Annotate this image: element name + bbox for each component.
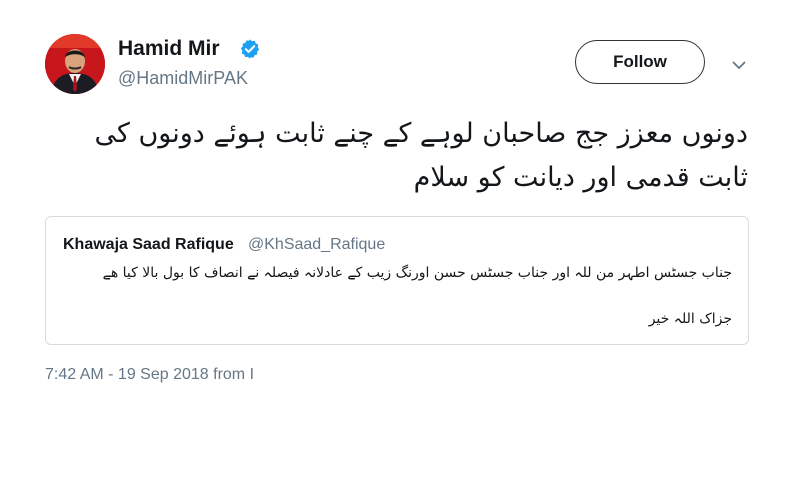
tweet-timestamp[interactable]: 7:42 AM - 19 Sep 2018 from I <box>45 366 254 384</box>
tweet-text: دونوں معزز جج صاحبان لوہے کے چنے ثابت ہو… <box>94 118 749 193</box>
quoted-text-line-1: جناب جسٹس اطہر من للہ اور جناب جسٹس حسن … <box>102 265 732 281</box>
quoted-tweet[interactable]: Khawaja Saad Rafique @KhSaad_Rafique جنا… <box>45 216 749 345</box>
profile-photo <box>45 34 105 94</box>
verified-badge-icon <box>240 39 260 59</box>
follow-button[interactable]: Follow <box>575 40 705 84</box>
fade-overlay <box>262 360 432 390</box>
quoted-text-line-2: جزاک اللہ خیر <box>648 311 732 327</box>
avatar[interactable] <box>45 34 105 94</box>
author-name[interactable]: Hamid Mir <box>118 37 220 61</box>
author-handle[interactable]: @HamidMirPAK <box>118 68 248 89</box>
chevron-down-icon[interactable] <box>731 57 747 73</box>
quoted-author-name: Khawaja Saad Rafique <box>63 236 234 253</box>
quoted-author-handle: @KhSaad_Rafique <box>248 236 386 253</box>
